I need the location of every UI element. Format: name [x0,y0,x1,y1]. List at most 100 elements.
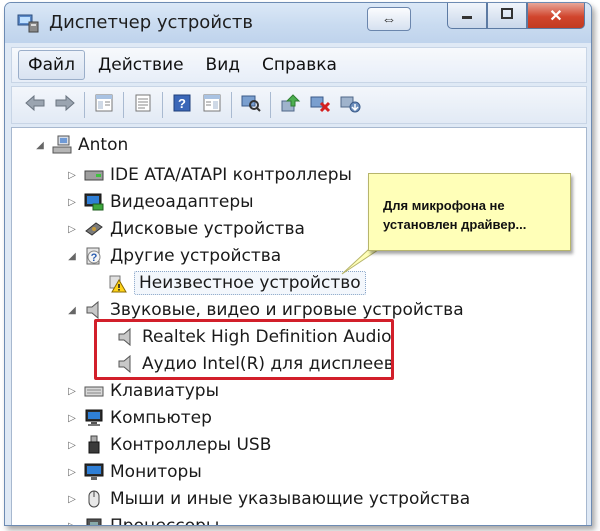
menu-file-label: Файл [28,55,75,75]
tree-node-processors[interactable]: ▷ Процессоры [66,513,220,526]
toolbar-separator [123,92,124,118]
tree-node-disk-drives[interactable]: ▷ Дисковые устройства [66,216,305,242]
expand-arrow-icon[interactable]: ▷ [66,521,78,526]
scan-hardware-button[interactable] [238,92,264,118]
tree-node-keyboards[interactable]: ▷ Клавиатуры [66,378,219,404]
tree-node-other-devices[interactable]: ◢ ? Другие устройства [66,243,281,269]
action-pane-button[interactable] [199,92,225,118]
close-icon: ✕ [549,7,563,25]
back-arrow-icon [24,94,46,117]
expand-arrow-icon[interactable]: ▷ [66,413,78,424]
tree-node-label: Мыши и иные указывающие устройства [110,489,471,509]
mouse-icon [84,489,104,509]
window-controls: ✕ [447,3,585,29]
tree-node-label: Клавиатуры [110,381,220,401]
toolbar-separator [162,92,163,118]
maximize-button[interactable] [487,3,527,29]
tree-node-label: Компьютер [110,408,212,428]
update-driver-button[interactable] [277,92,303,118]
expand-arrow-icon[interactable]: ▷ [66,467,78,478]
tree-node-display-adapters[interactable]: ▷ Видеоадаптеры [66,189,254,215]
collapse-arrow-icon[interactable]: ◢ [34,140,46,151]
maximize-icon [500,7,514,25]
usb-icon [84,435,104,455]
tree-node-computer[interactable]: ▷ Компьютер [66,405,212,431]
computer-network-icon [52,135,72,155]
svg-text:?: ? [178,96,186,111]
tree-node-label: Дисковые устройства [110,219,305,239]
tree-node-label: Другие устройства [110,246,282,266]
callout-text: Для микрофона не установлен драйвер... [383,198,527,232]
minimize-icon [460,7,474,25]
update-driver-icon [279,93,301,118]
scan-hardware-icon [240,93,262,118]
disable-device-button[interactable] [307,92,333,118]
collapse-arrow-icon[interactable]: ◢ [66,251,78,262]
resize-arrows-icon: ⇔ [381,10,397,28]
help-icon: ? [172,93,192,118]
callout-note: Для микрофона не установлен драйвер... [368,173,571,251]
tree-node-monitors[interactable]: ▷ Мониторы [66,459,202,485]
menu-help[interactable]: Справка [253,51,346,79]
title-bar[interactable]: Диспетчер устройств ⇔ ✕ [5,3,591,43]
action-pane-icon [202,93,222,118]
tree-node-ide[interactable]: ▷ IDE ATA/ATAPI контроллеры [66,162,352,188]
tree-node-label: IDE ATA/ATAPI контроллеры [110,165,352,185]
show-hide-tree-icon [94,93,114,118]
show-hide-tree-button[interactable] [91,92,117,118]
help-button[interactable]: ? [169,92,195,118]
expand-arrow-icon[interactable]: ▷ [66,386,78,397]
expand-arrow-icon[interactable]: ▷ [66,170,78,181]
monitor-icon [84,462,104,482]
expand-arrow-icon[interactable]: ▷ [66,440,78,451]
back-button[interactable] [22,92,48,118]
properties-icon [133,93,153,118]
tree-root-label: Anton [78,135,129,155]
menu-bar: Файл Действие Вид Справка [11,47,587,83]
uninstall-device-icon [339,93,361,118]
tree-node-label: Мониторы [110,462,202,482]
forward-button[interactable] [52,92,78,118]
tree-node-label: Неизвестное устройство [134,271,366,295]
toolbar: ? [11,86,587,124]
forward-arrow-icon [54,94,76,117]
resize-button[interactable]: ⇔ [367,7,411,31]
tree-node-label: Процессоры [110,516,220,526]
menu-action-label: Действие [97,55,184,75]
tree-node-label: Звуковые, видео и игровые устройства [110,300,464,320]
tree-node-unknown-device[interactable]: Неизвестное устройство [108,270,366,296]
toolbar-separator [84,92,85,118]
uninstall-device-button[interactable] [337,92,363,118]
menu-view[interactable]: Вид [197,51,249,79]
ide-controller-icon [84,165,104,185]
disable-device-icon [309,93,331,118]
device-manager-icon [17,13,39,33]
collapse-arrow-icon[interactable]: ◢ [66,305,78,316]
tree-node-label: Контроллеры USB [110,435,272,455]
tree-node-label: Видеоадаптеры [110,192,254,212]
sound-icon [84,300,104,320]
tree-node-mice[interactable]: ▷ Мыши и иные указывающие устройства [66,486,470,512]
expand-arrow-icon[interactable]: ▷ [66,197,78,208]
expand-arrow-icon[interactable]: ▷ [66,494,78,505]
minimize-button[interactable] [447,3,487,29]
menu-file[interactable]: Файл [18,50,85,80]
svg-text:?: ? [91,252,98,264]
close-button[interactable]: ✕ [527,3,585,29]
device-manager-window: Диспетчер устройств ⇔ ✕ Файл Действие Ви… [4,2,592,526]
menu-action[interactable]: Действие [89,51,193,79]
menu-view-label: Вид [205,55,241,75]
callout-pointer [341,249,380,275]
keyboard-icon [84,381,104,401]
disk-drive-icon [84,219,104,239]
properties-button[interactable] [130,92,156,118]
tree-root[interactable]: ◢ Anton [34,132,128,158]
toolbar-separator [231,92,232,118]
window-title: Диспетчер устройств [49,12,254,33]
toolbar-separator [270,92,271,118]
other-devices-icon: ? [84,246,104,266]
computer-icon [84,408,104,428]
expand-arrow-icon[interactable]: ▷ [66,224,78,235]
menu-help-label: Справка [262,55,337,75]
tree-node-usb-controllers[interactable]: ▷ Контроллеры USB [66,432,271,458]
